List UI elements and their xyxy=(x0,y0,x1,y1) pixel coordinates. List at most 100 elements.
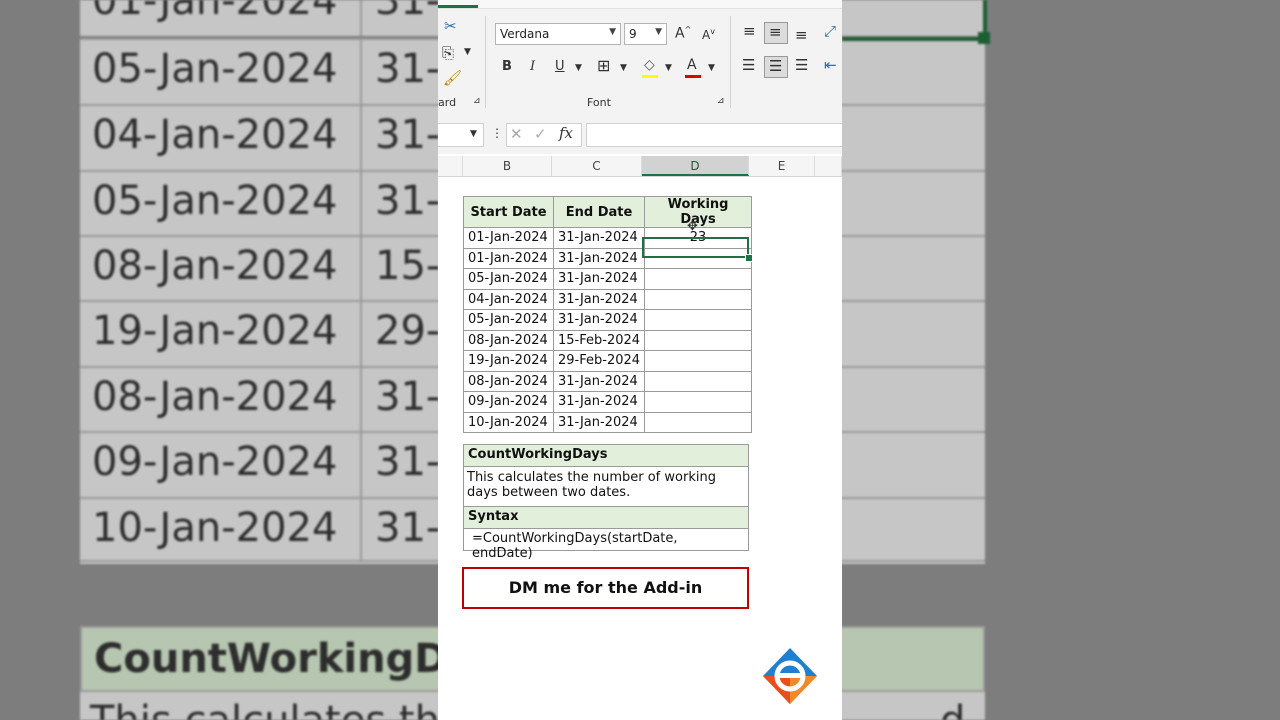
font-size-combo[interactable]: 9 ▼ xyxy=(624,23,667,45)
header-working-days[interactable]: Working Days xyxy=(644,196,753,228)
font-group-label: Font xyxy=(587,96,611,109)
working-days-cell[interactable] xyxy=(644,268,753,290)
active-tab-indicator xyxy=(438,5,478,8)
table-row: 09-Jan-2024 31-Jan-2024 xyxy=(463,391,753,413)
underline-button[interactable]: U xyxy=(555,60,565,73)
table-row: 19-Jan-2024 29-Feb-2024 xyxy=(463,350,753,372)
table-row: 08-Jan-2024 15-Feb-2024 xyxy=(463,329,753,351)
name-box[interactable]: ▼ xyxy=(438,123,484,147)
underline-dropdown-icon[interactable]: ▼ xyxy=(575,64,582,73)
fill-color-icon[interactable]: ◇ xyxy=(644,58,655,72)
font-color-dropdown-icon[interactable]: ▼ xyxy=(708,64,715,73)
background-selection-border xyxy=(842,37,987,41)
start-date-cell[interactable]: 10-Jan-2024 xyxy=(463,411,554,433)
align-left-icon[interactable]: ☰ xyxy=(742,58,755,73)
working-days-table: Start Date End Date Working Days 01-Jan-… xyxy=(463,196,753,433)
table-row: 05-Jan-2024 31-Jan-2024 xyxy=(463,309,753,331)
working-days-cell[interactable] xyxy=(644,309,753,331)
font-color-icon[interactable]: A xyxy=(687,58,697,72)
orientation-icon[interactable]: ⤢ xyxy=(824,24,836,39)
copy-dropdown-icon[interactable]: ▼ xyxy=(464,48,471,57)
table-row: 10-Jan-2024 31-Jan-2024 xyxy=(463,411,753,433)
formula-input[interactable] xyxy=(586,123,842,147)
italic-button[interactable]: I xyxy=(530,60,535,73)
fill-color-dropdown-icon[interactable]: ▼ xyxy=(665,64,672,73)
copy-icon[interactable]: ⎘ xyxy=(442,46,454,61)
column-header-b[interactable]: B xyxy=(463,156,552,176)
borders-icon[interactable]: ⊞ xyxy=(597,58,610,74)
end-date-cell[interactable]: 31-Jan-2024 xyxy=(552,227,646,249)
start-date-cell[interactable]: 09-Jan-2024 xyxy=(463,391,554,413)
cell-cursor-icon: ✥ xyxy=(687,219,698,234)
brand-logo-icon xyxy=(763,648,817,704)
table-row: 05-Jan-2024 31-Jan-2024 xyxy=(463,268,753,290)
start-date-cell[interactable]: 05-Jan-2024 xyxy=(463,309,554,331)
end-date-cell[interactable]: 31-Jan-2024 xyxy=(552,391,646,413)
grow-font-icon[interactable]: A^ xyxy=(675,26,691,41)
table-row: 08-Jan-2024 31-Jan-2024 xyxy=(463,370,753,392)
end-date-cell[interactable]: 31-Jan-2024 xyxy=(552,288,646,310)
align-middle-button[interactable]: ≡ xyxy=(764,22,788,44)
table-row: 04-Jan-2024 31-Jan-2024 xyxy=(463,288,753,310)
active-cell-selection xyxy=(642,237,749,258)
end-date-cell[interactable]: 31-Jan-2024 xyxy=(552,411,646,433)
font-color-swatch xyxy=(685,75,701,78)
start-date-cell[interactable]: 08-Jan-2024 xyxy=(463,329,554,351)
format-painter-icon[interactable]: 🖌 xyxy=(443,71,462,86)
function-name: CountWorkingDays xyxy=(464,445,748,467)
insert-function-button[interactable]: fx xyxy=(559,126,573,141)
syntax-label: Syntax xyxy=(464,507,748,529)
column-header-f[interactable] xyxy=(815,156,842,176)
end-date-cell[interactable]: 31-Jan-2024 xyxy=(552,247,646,269)
column-header-e[interactable]: E xyxy=(749,156,815,176)
shrink-font-icon[interactable]: Av xyxy=(702,28,715,42)
end-date-cell[interactable]: 29-Feb-2024 xyxy=(552,350,646,372)
bold-button[interactable]: B xyxy=(502,60,512,73)
clipboard-launcher-icon[interactable]: ⊿ xyxy=(473,97,481,106)
fill-handle[interactable] xyxy=(745,254,753,262)
start-date-cell[interactable]: 19-Jan-2024 xyxy=(463,350,554,372)
formula-bar: ▼ ⋮ ✕ ✓ fx xyxy=(438,114,842,154)
column-header-a[interactable] xyxy=(438,156,463,176)
header-start-date[interactable]: Start Date xyxy=(463,196,554,228)
ribbon: ✂ ⎘ ▼ 🖌 ard ⊿ Verdana ▼ 9 ▼ A^ Av B I U ▼ … xyxy=(438,0,842,115)
start-date-cell[interactable]: 01-Jan-2024 xyxy=(463,227,554,249)
group-separator xyxy=(485,16,486,108)
align-right-icon[interactable]: ☰ xyxy=(795,58,808,73)
name-box-dropdown-icon[interactable]: ▼ xyxy=(470,130,477,139)
working-days-cell[interactable] xyxy=(644,329,753,351)
working-days-cell[interactable] xyxy=(644,350,753,372)
align-bottom-icon[interactable]: ≡ xyxy=(795,28,808,43)
column-headers: B C D E xyxy=(438,156,842,177)
more-options-icon[interactable]: ⋮ xyxy=(491,127,503,139)
font-name-combo[interactable]: Verdana ▼ xyxy=(495,23,621,45)
column-header-d[interactable]: D xyxy=(642,156,749,176)
cut-icon[interactable]: ✂ xyxy=(444,19,457,34)
align-top-icon[interactable]: ≡ xyxy=(743,24,756,39)
clipboard-group-label: ard xyxy=(438,96,457,109)
font-launcher-icon[interactable]: ⊿ xyxy=(717,97,725,106)
cancel-icon[interactable]: ✕ xyxy=(510,127,523,142)
ribbon-tab-strip xyxy=(438,0,842,9)
align-center-button[interactable]: ☰ xyxy=(764,56,788,78)
end-date-cell[interactable]: 31-Jan-2024 xyxy=(552,309,646,331)
borders-dropdown-icon[interactable]: ▼ xyxy=(620,64,627,73)
start-date-cell[interactable]: 05-Jan-2024 xyxy=(463,268,554,290)
column-header-c[interactable]: C xyxy=(552,156,642,176)
end-date-cell[interactable]: 31-Jan-2024 xyxy=(552,268,646,290)
start-date-cell[interactable]: 08-Jan-2024 xyxy=(463,370,554,392)
start-date-cell[interactable]: 01-Jan-2024 xyxy=(463,247,554,269)
function-description: This calculates the number of working da… xyxy=(464,467,748,507)
group-separator xyxy=(730,16,731,108)
end-date-cell[interactable]: 31-Jan-2024 xyxy=(552,370,646,392)
header-end-date[interactable]: End Date xyxy=(552,196,646,228)
function-info-box: CountWorkingDays This calculates the num… xyxy=(463,444,749,561)
decrease-indent-icon[interactable]: ⇤ xyxy=(824,58,837,73)
start-date-cell[interactable]: 04-Jan-2024 xyxy=(463,288,554,310)
enter-icon[interactable]: ✓ xyxy=(534,127,547,142)
working-days-cell[interactable] xyxy=(644,370,753,392)
working-days-cell[interactable] xyxy=(644,411,753,433)
working-days-cell[interactable] xyxy=(644,288,753,310)
working-days-cell[interactable] xyxy=(644,391,753,413)
end-date-cell[interactable]: 15-Feb-2024 xyxy=(552,329,646,351)
